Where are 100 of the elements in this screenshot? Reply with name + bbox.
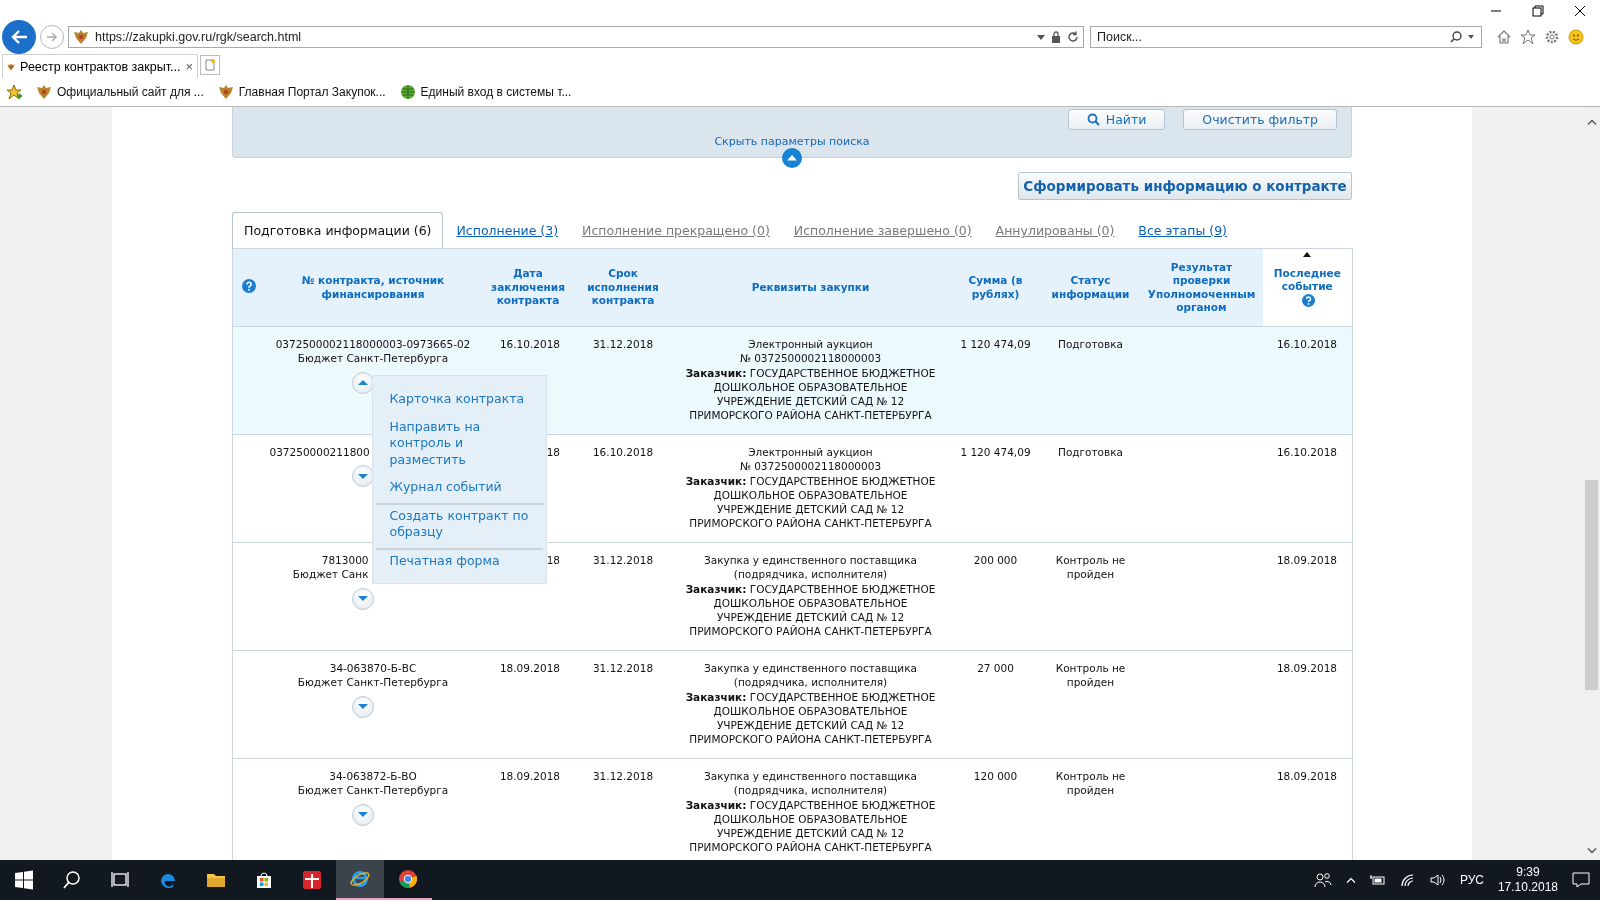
scroll-down-icon[interactable] <box>1586 848 1597 854</box>
caret-icon[interactable] <box>1466 34 1476 40</box>
menu-item[interactable]: Карточка контракта <box>375 386 543 414</box>
notification-icon[interactable] <box>1572 872 1590 888</box>
table-cell: 27 000 <box>950 650 1041 759</box>
caret-down-icon <box>357 594 369 604</box>
hide-search-link[interactable]: Скрыть параметры поиска <box>714 135 870 148</box>
restore-icon[interactable] <box>1532 5 1544 17</box>
globe-icon <box>399 83 416 100</box>
column-header[interactable]: Реквизиты закупки <box>674 280 947 295</box>
new-page-icon <box>205 59 215 71</box>
funding-source: Бюджет Санкт-Петербурга <box>296 351 450 366</box>
caret-down-icon <box>357 702 369 712</box>
menu-item[interactable]: Журнал событий <box>375 474 543 502</box>
expand-toggle[interactable] <box>352 371 374 394</box>
language-indicator[interactable]: РУС <box>1459 873 1484 887</box>
menu-item[interactable]: Печатная форма <box>375 547 543 575</box>
emblem-icon <box>36 83 52 100</box>
procurement-type: Закупка у единственного поставщика (подрядчика, исполнителя) <box>703 769 918 798</box>
caret-down-icon <box>357 471 369 481</box>
tab-close-button[interactable]: × <box>185 59 193 74</box>
collapse-icon[interactable] <box>782 148 802 168</box>
column-header[interactable]: № контракта, источник финансирования <box>269 274 477 301</box>
table-cell-text: 18.09.2018 <box>498 769 560 784</box>
expand-toggle[interactable] <box>352 695 374 718</box>
procurement-type: Электронный аукцион № 0372500002118000003 <box>738 337 883 366</box>
battery-icon[interactable] <box>1369 874 1386 886</box>
help-icon[interactable] <box>242 278 257 293</box>
back-button[interactable] <box>2 20 36 54</box>
contract-number[interactable]: 0372500002118000003-0973665-02 <box>269 337 477 352</box>
arrow-icon <box>46 32 58 42</box>
star-icon[interactable] <box>1520 29 1536 45</box>
settings-icon[interactable] <box>1544 29 1560 45</box>
clock-time[interactable]: 9:39 <box>1516 865 1540 880</box>
column-header[interactable]: Сумма (в рублях) <box>954 274 1037 301</box>
people-icon[interactable] <box>1313 872 1332 888</box>
scroll-up-icon[interactable] <box>1586 119 1597 125</box>
column-header[interactable]: Статус информации <box>1044 274 1137 301</box>
table-cell: 31.12.2018 <box>575 326 671 435</box>
status-tab[interactable]: Все этапы (9) <box>1127 213 1238 248</box>
browser-tab[interactable]: Реестр контрактов закрыт... × <box>2 54 198 78</box>
expand-toggle[interactable] <box>352 803 374 826</box>
scroll-thumb[interactable] <box>1585 480 1598 690</box>
refresh-icon[interactable] <box>1067 31 1079 43</box>
address-field[interactable]: https://zakupki.gov.ru/rgk/search.html <box>68 26 1084 48</box>
column-header[interactable]: Срок исполнения контракта <box>579 267 667 308</box>
close-icon[interactable] <box>1574 5 1586 17</box>
help-icon[interactable] <box>1301 293 1315 307</box>
table-cell: 16.10.2018 <box>1262 434 1353 543</box>
table-cell: 200 000 <box>950 542 1041 651</box>
customer-text: Заказчик: ГОСУДАРСТВЕННОЕ БЮДЖЕТНОЕ ДОШКОЛЬНОЕ ОБРАЗОВАТЕЛЬНОЕ УЧРЕЖДЕНИЕ ДЕТСКИЙ САД № 12 ПРИМОРСКОГО РАЙОНА САНКТ-ПЕТЕРБУРГА <box>684 473 937 531</box>
smiley-icon[interactable] <box>1568 29 1584 45</box>
table-cell: Контроль не пройден <box>1040 758 1141 860</box>
expand-toggle[interactable] <box>352 465 374 488</box>
column-header[interactable]: Результат проверки Уполномоченным органом <box>1144 260 1259 315</box>
table-cell: 31.12.2018 <box>575 650 671 759</box>
favorite-link[interactable]: Главная Портал Закупок... <box>217 83 386 100</box>
customer-text: Заказчик: ГОСУДАРСТВЕННОЕ БЮДЖЕТНОЕ ДОШКОЛЬНОЕ ОБРАЗОВАТЕЛЬНОЕ УЧРЕЖДЕНИЕ ДЕТСКИЙ САД № 12 ПРИМОРСКОГО РАЙОНА САНКТ-ПЕТЕРБУРГА <box>684 581 937 639</box>
home-icon[interactable] <box>1496 29 1512 45</box>
search-button[interactable]: Найти <box>1067 109 1166 130</box>
table-cell-text: 16.10.2018 <box>498 337 560 352</box>
task-view-icon[interactable] <box>110 870 130 890</box>
search-icon[interactable] <box>62 870 82 890</box>
status-tab[interactable]: Подготовка информации (6) <box>232 212 444 248</box>
expand-toggle[interactable] <box>352 587 374 610</box>
chevron-up-icon[interactable] <box>1345 877 1356 883</box>
customer-text: Заказчик: ГОСУДАРСТВЕННОЕ БЮДЖЕТНОЕ ДОШКОЛЬНОЕ ОБРАЗОВАТЕЛЬНОЕ УЧРЕЖДЕНИЕ ДЕТСКИЙ САД № 12 ПРИМОРСКОГО РАЙОНА САНКТ-ПЕТЕРБУРГА <box>684 797 937 855</box>
clear-filter-button[interactable]: Очистить фильтр <box>1183 109 1337 130</box>
funding-source: Бюджет Санк <box>291 567 370 582</box>
clock-date[interactable]: 17.10.2018 <box>1497 880 1558 895</box>
windows-icon[interactable] <box>14 870 34 890</box>
funding-source: Бюджет Санкт-Петербурга <box>296 675 450 690</box>
menu-item[interactable]: Создать контракт по образцу <box>375 502 543 547</box>
menu-item[interactable]: Направить на контроль и разместить <box>375 413 543 474</box>
wifi-icon[interactable] <box>1399 873 1416 887</box>
table-cell: 18.09.2018 <box>1262 650 1353 759</box>
table-cell: 1 120 474,09 <box>950 434 1041 543</box>
customer-text: Заказчик: ГОСУДАРСТВЕННОЕ БЮДЖЕТНОЕ ДОШКОЛЬНОЕ ОБРАЗОВАТЕЛЬНОЕ УЧРЕЖДЕНИЕ ДЕТСКИЙ САД № 12 ПРИМОРСКОГО РАЙОНА САНКТ-ПЕТЕРБУРГА <box>684 365 937 423</box>
gift-icon <box>302 870 322 890</box>
customer-text: Заказчик: ГОСУДАРСТВЕННОЕ БЮДЖЕТНОЕ ДОШКОЛЬНОЕ ОБРАЗОВАТЕЛЬНОЕ УЧРЕЖДЕНИЕ ДЕТСКИЙ САД № 12 ПРИМОРСКОГО РАЙОНА САНКТ-ПЕТЕРБУРГА <box>684 689 937 747</box>
favorites-star-icon[interactable] <box>6 83 22 100</box>
column-header[interactable]: Последнее событие <box>1271 266 1344 294</box>
sort-icon[interactable] <box>1303 252 1312 257</box>
volume-icon[interactable] <box>1429 873 1446 887</box>
search-icon <box>1086 113 1100 126</box>
procurement-type: Закупка у единственного поставщика (подрядчика, исполнителя) <box>703 553 918 582</box>
contract-number[interactable]: 34-063872-Б-ВО <box>269 769 477 784</box>
table-cell: Подготовка <box>1040 326 1141 435</box>
table-cell: 31.12.2018 <box>575 758 671 860</box>
column-header[interactable]: Дата заключения контракта <box>484 267 572 308</box>
caret-icon[interactable] <box>1037 34 1045 40</box>
favorite-link[interactable]: Официальный сайт для ... <box>36 83 204 100</box>
status-tab[interactable]: Исполнение (3) <box>445 213 570 248</box>
favorite-link[interactable]: Единый вход в системы т... <box>399 83 572 100</box>
contract-number[interactable]: 34-063870-Б-ВС <box>269 661 477 676</box>
table-cell: Контроль не пройден <box>1040 650 1141 759</box>
generate-info-button[interactable]: Сформировать информацию о контракте <box>1018 172 1352 200</box>
search-field[interactable]: Поиск... <box>1090 26 1482 48</box>
search-icon[interactable] <box>1450 31 1462 43</box>
lock-icon <box>1051 31 1061 43</box>
